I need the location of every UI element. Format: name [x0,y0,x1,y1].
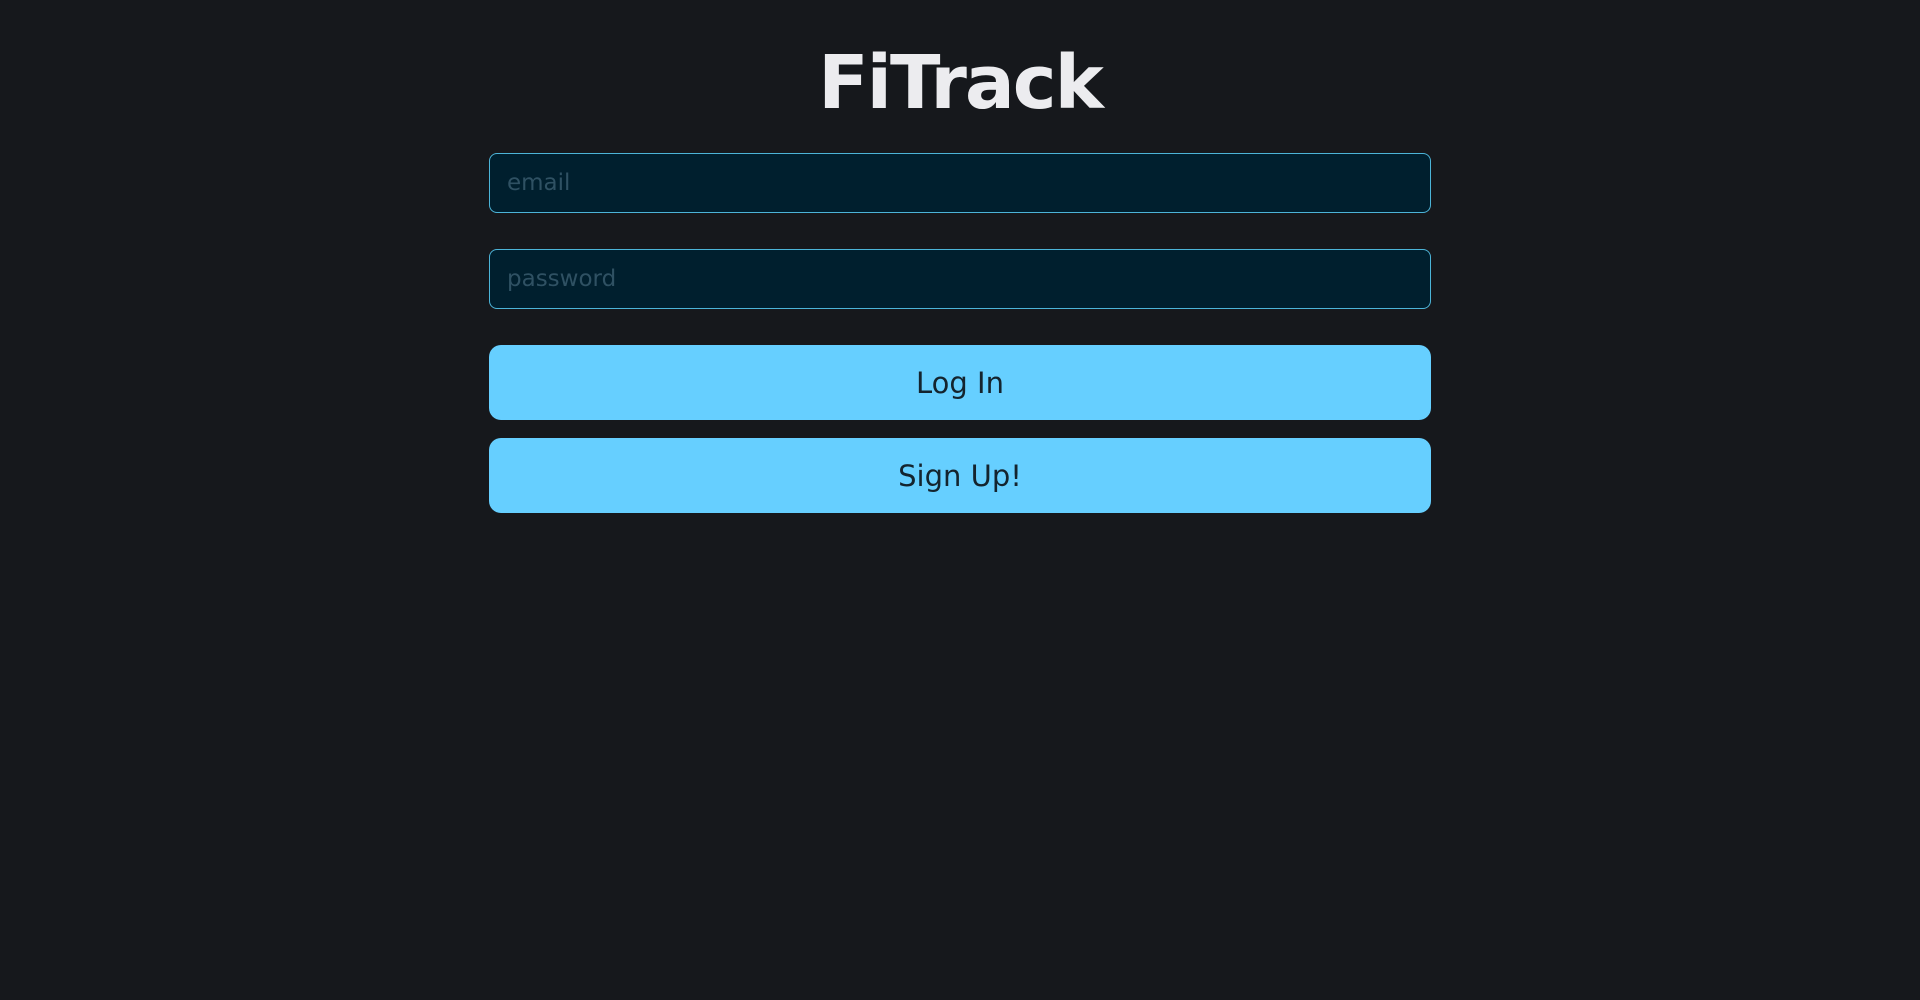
login-button[interactable]: Log In [489,345,1431,420]
email-input[interactable] [489,153,1431,213]
password-input[interactable] [489,249,1431,309]
app-title: FiTrack [818,40,1104,126]
login-form: Log In Sign Up! [489,153,1431,513]
login-page: FiTrack Log In Sign Up! [0,0,1920,1000]
signup-button[interactable]: Sign Up! [489,438,1431,513]
